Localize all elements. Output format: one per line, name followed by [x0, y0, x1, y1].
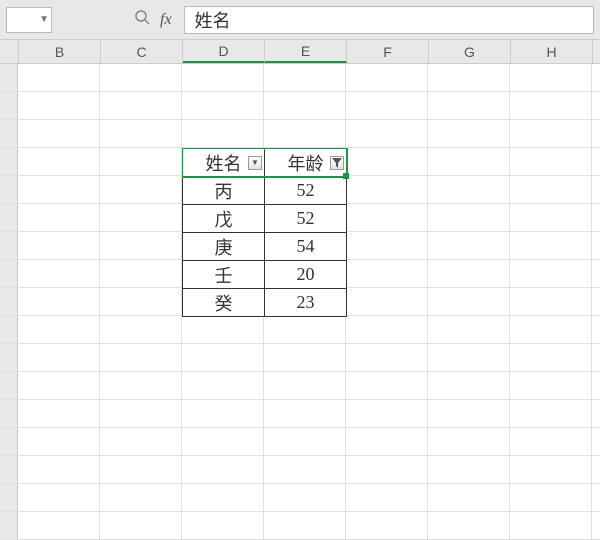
table-row[interactable]: 戊52 [183, 205, 347, 233]
table-row[interactable]: 壬20 [183, 261, 347, 289]
formula-input[interactable]: 姓名 [184, 6, 594, 34]
col-header-d[interactable]: D [183, 40, 265, 63]
col-header-b[interactable]: B [19, 40, 101, 63]
filter-active-icon[interactable] [330, 156, 344, 170]
table-row[interactable]: 癸23 [183, 289, 347, 317]
col-header-h[interactable]: H [511, 40, 593, 63]
formula-bar-icons: fx [134, 9, 172, 30]
fx-icon[interactable]: fx [160, 11, 172, 29]
table-header-row: 姓名 ▼ 年龄 [183, 149, 347, 177]
search-icon[interactable] [134, 9, 150, 30]
formula-text: 姓名 [195, 7, 231, 33]
spreadsheet-grid[interactable]: 姓名 ▼ 年龄 丙52 戊52 庚54 壬20 癸23 [0, 64, 600, 529]
chevron-down-icon[interactable]: ▼ [39, 14, 49, 25]
column-headers: B C D E F G H [0, 40, 600, 64]
header-name[interactable]: 姓名 ▼ [183, 149, 265, 177]
col-header-c[interactable]: C [101, 40, 183, 63]
name-box[interactable]: ▼ [6, 7, 52, 33]
formula-bar: ▼ fx 姓名 [0, 0, 600, 40]
header-age[interactable]: 年龄 [265, 149, 347, 177]
data-table: 姓名 ▼ 年龄 丙52 戊52 庚54 壬20 癸23 [182, 148, 347, 317]
col-header-g[interactable]: G [429, 40, 511, 63]
col-header-e[interactable]: E [265, 40, 347, 63]
table-row[interactable]: 丙52 [183, 177, 347, 205]
col-header-f[interactable]: F [347, 40, 429, 63]
table-row[interactable]: 庚54 [183, 233, 347, 261]
filter-dropdown-icon[interactable]: ▼ [248, 156, 262, 170]
